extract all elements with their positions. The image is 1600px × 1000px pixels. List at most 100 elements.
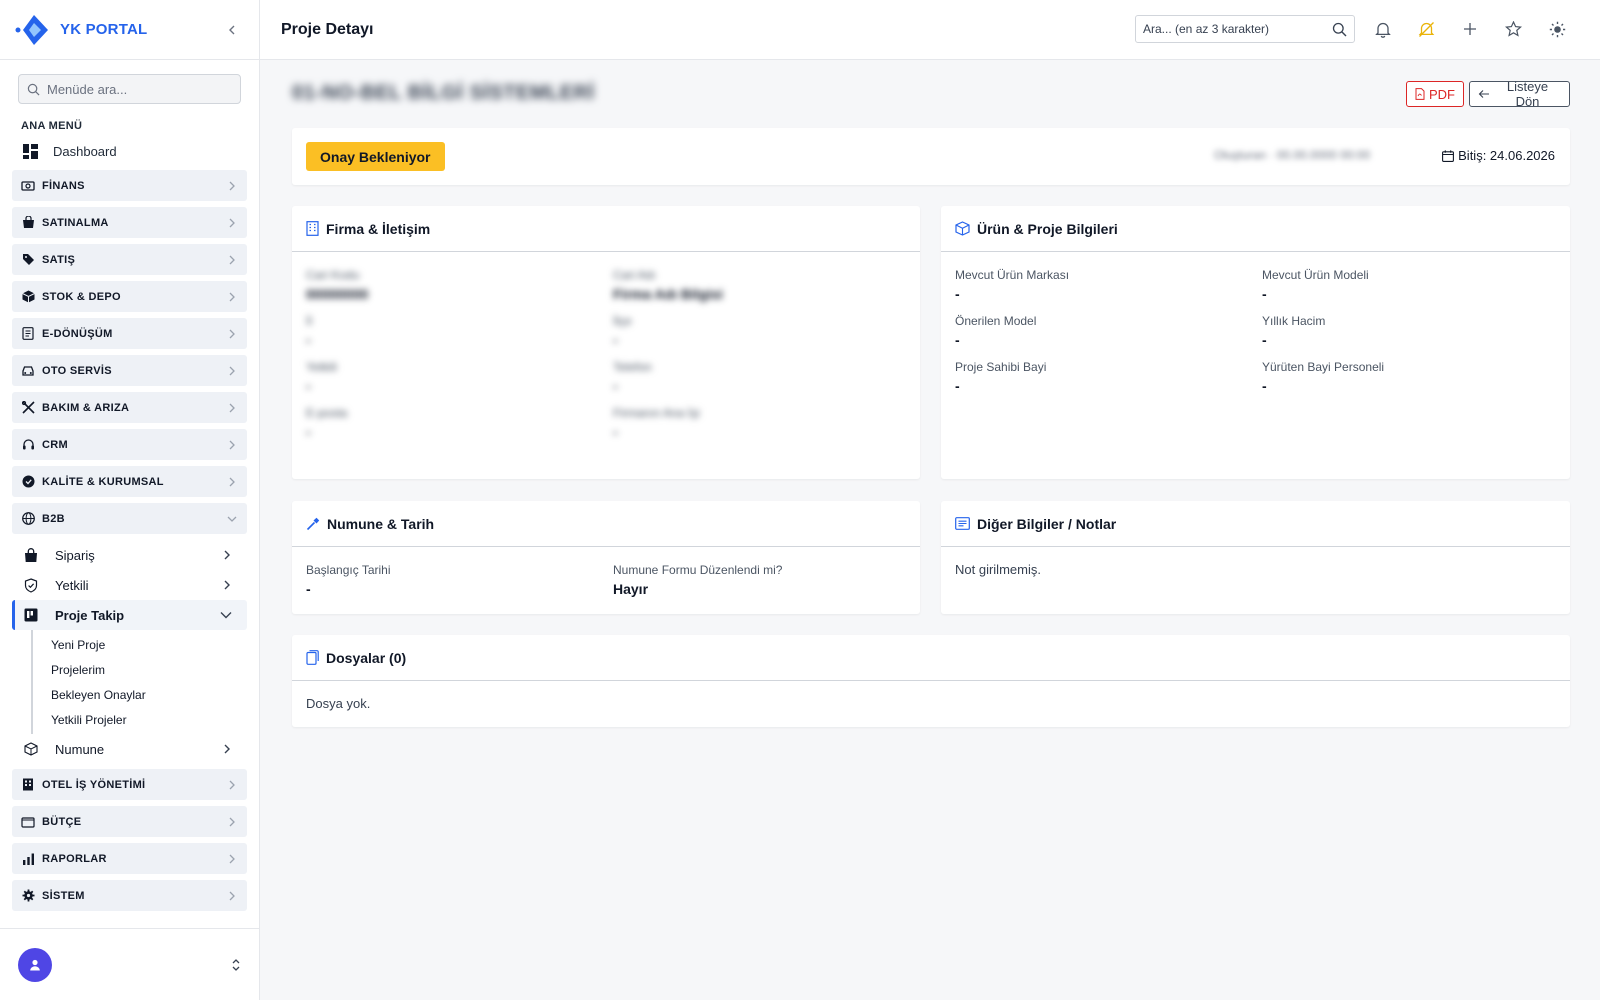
field-ilce: İlçe - bbox=[613, 313, 906, 351]
sidebar-group-label: SATIŞ bbox=[42, 253, 76, 266]
sidebar-group-label: CRM bbox=[42, 438, 68, 451]
topbar-actions bbox=[1370, 16, 1588, 42]
sidebar-group-stok-depo[interactable]: STOK & DEPO bbox=[12, 281, 247, 312]
sidebar-group-label: SİSTEM bbox=[42, 889, 85, 902]
favorites-button[interactable] bbox=[1501, 16, 1527, 42]
sidebar-item-yeni-proje[interactable]: Yeni Proje bbox=[33, 632, 247, 657]
field-label: İlçe bbox=[613, 314, 632, 328]
box-icon bbox=[21, 290, 35, 304]
global-search[interactable] bbox=[1135, 15, 1355, 43]
field-value: - bbox=[955, 378, 960, 394]
main-content: 01-NO-BEL BİLGİ SİSTEMLERİ PDF Listeye D… bbox=[292, 60, 1570, 727]
sidebar-item-proje-takip[interactable]: Proje Takip bbox=[12, 600, 247, 630]
badge-check-icon bbox=[21, 475, 35, 489]
field-value: - bbox=[306, 581, 311, 597]
sidebar-item-projelerim[interactable]: Projelerim bbox=[33, 657, 247, 682]
field-numune-formu: Numune Formu Düzenlendi mi? Hayır bbox=[613, 562, 906, 600]
user-icon bbox=[30, 959, 40, 970]
bag-icon bbox=[24, 547, 42, 563]
sidebar-item-dashboard[interactable]: Dashboard bbox=[12, 137, 247, 165]
end-date: Bitiş: 24.06.2026 bbox=[1442, 148, 1555, 163]
chevron-right-icon bbox=[227, 440, 237, 450]
pipette-icon bbox=[306, 517, 320, 531]
card-header: Ürün & Proje Bilgileri bbox=[941, 206, 1570, 252]
gear-icon bbox=[21, 889, 35, 903]
sidebar-item-label: Dashboard bbox=[53, 143, 117, 159]
box-outline-icon bbox=[24, 742, 42, 756]
collapse-sidebar-button[interactable] bbox=[219, 17, 245, 43]
proje-takip-submenu: Yeni Proje Projelerim Bekleyen Onaylar Y… bbox=[31, 630, 247, 734]
sidebar-group-satis[interactable]: SATIŞ bbox=[12, 244, 247, 275]
sidebar-item-yetkili-projeler[interactable]: Yetkili Projeler bbox=[33, 707, 247, 732]
avatar[interactable] bbox=[18, 947, 52, 982]
sidebar-group-butce[interactable]: BÜTÇE bbox=[12, 806, 247, 837]
field-label: E-posta bbox=[306, 406, 348, 420]
sidebar-item-bekleyen-onaylar[interactable]: Bekleyen Onaylar bbox=[33, 682, 247, 707]
back-to-list-button[interactable]: Listeye Dön bbox=[1469, 79, 1570, 109]
sidebar-group-bakim-ariza[interactable]: BAKIM & ARIZA bbox=[12, 392, 247, 423]
sidebar-group-b2b[interactable]: B2B bbox=[12, 503, 247, 534]
sidebar-group-sistem[interactable]: SİSTEM bbox=[12, 880, 247, 911]
field-value: - bbox=[306, 378, 311, 394]
field-ana-is: Firmanın Ana İşi - bbox=[613, 405, 906, 443]
building-icon bbox=[21, 778, 35, 792]
files-icon bbox=[306, 650, 319, 665]
menu-search-input[interactable] bbox=[47, 81, 227, 97]
urun-fields: Mevcut Ürün Markası - Mevcut Ürün Modeli -… bbox=[941, 252, 1570, 397]
chevron-right-icon bbox=[227, 780, 237, 790]
pdf-button-label: PDF bbox=[1429, 86, 1455, 102]
search-icon[interactable] bbox=[1332, 22, 1347, 37]
field-label: Telefon bbox=[613, 360, 652, 374]
globe-icon bbox=[21, 512, 35, 526]
sidebar-item-siparis[interactable]: Sipariş bbox=[12, 540, 247, 570]
card-title: Ürün & Proje Bilgileri bbox=[977, 220, 1118, 237]
field-value: - bbox=[613, 378, 618, 394]
field-onerilen-model: Önerilen Model - bbox=[955, 313, 1262, 351]
field-value: Hayır bbox=[613, 581, 649, 597]
dosyalar-card: Dosyalar (0) Dosya yok. bbox=[292, 635, 1570, 727]
field-label: Yıllık Hacim bbox=[1262, 314, 1326, 328]
field-label: Cari Kodu bbox=[306, 268, 360, 282]
field-label: Başlangıç Tarihi bbox=[306, 563, 391, 577]
theme-toggle-button[interactable] bbox=[1544, 16, 1570, 42]
plus-icon bbox=[1464, 23, 1476, 35]
files-empty-text: Dosya yok. bbox=[306, 696, 371, 711]
field-telefon: Telefon - bbox=[613, 359, 906, 397]
chevron-right-icon bbox=[227, 403, 237, 413]
alerts-muted-button[interactable] bbox=[1414, 16, 1440, 42]
card-header: Numune & Tarih bbox=[292, 501, 920, 547]
field-baslangic-tarihi: Başlangıç Tarihi - bbox=[306, 562, 613, 600]
field-value: - bbox=[1262, 378, 1267, 394]
section-title: ANA MENÜ bbox=[21, 120, 83, 132]
chevron-right-icon bbox=[227, 477, 237, 487]
sidebar-group-label: BAKIM & ARIZA bbox=[42, 401, 130, 414]
end-date-text: Bitiş: 24.06.2026 bbox=[1458, 148, 1555, 163]
sidebar-item-numune[interactable]: Numune bbox=[12, 734, 247, 764]
pdf-button[interactable]: PDF bbox=[1406, 81, 1464, 107]
sidebar-group-kalite-kurumsal[interactable]: KALİTE & KURUMSAL bbox=[12, 466, 247, 497]
chevron-up-down-icon[interactable] bbox=[231, 958, 241, 972]
sidebar-footer bbox=[0, 928, 259, 1000]
sidebar-group-raporlar[interactable]: RAPORLAR bbox=[12, 843, 247, 874]
sidebar: YK PORTAL ANA MENÜ Dashboard FİNANS SATI… bbox=[0, 0, 260, 1000]
sidebar-group-finans[interactable]: FİNANS bbox=[12, 170, 247, 201]
field-label: Proje Sahibi Bayi bbox=[955, 360, 1047, 374]
sidebar-item-yetkili[interactable]: Yetkili bbox=[12, 570, 247, 600]
sidebar-group-otel-is-yonetimi[interactable]: OTEL İŞ YÖNETİMİ bbox=[12, 769, 247, 800]
status-card: Onay Bekleniyor Oluşturan · 00.00.0000 0… bbox=[292, 128, 1570, 185]
sidebar-group-e-donusum[interactable]: E-DÖNÜŞÜM bbox=[12, 318, 247, 349]
sidebar-group-satinalma[interactable]: SATINALMA bbox=[12, 207, 247, 238]
menu-search[interactable] bbox=[18, 74, 241, 104]
field-value: - bbox=[613, 332, 618, 348]
chevron-left-icon bbox=[229, 25, 235, 34]
sidebar-group-label: KALİTE & KURUMSAL bbox=[42, 475, 164, 488]
sidebar-group-oto-servis[interactable]: OTO SERVİS bbox=[12, 355, 247, 386]
sidebar-group-crm[interactable]: CRM bbox=[12, 429, 247, 460]
add-button[interactable] bbox=[1457, 16, 1483, 42]
field-value: - bbox=[613, 424, 618, 440]
notifications-button[interactable] bbox=[1370, 16, 1396, 42]
chevron-right-icon bbox=[227, 255, 237, 265]
firma-card: Firma & İletişim Cari Kodu 00000000 Cari … bbox=[292, 206, 920, 479]
global-search-input[interactable] bbox=[1143, 22, 1332, 36]
status-badge: Onay Bekleniyor bbox=[306, 142, 445, 171]
